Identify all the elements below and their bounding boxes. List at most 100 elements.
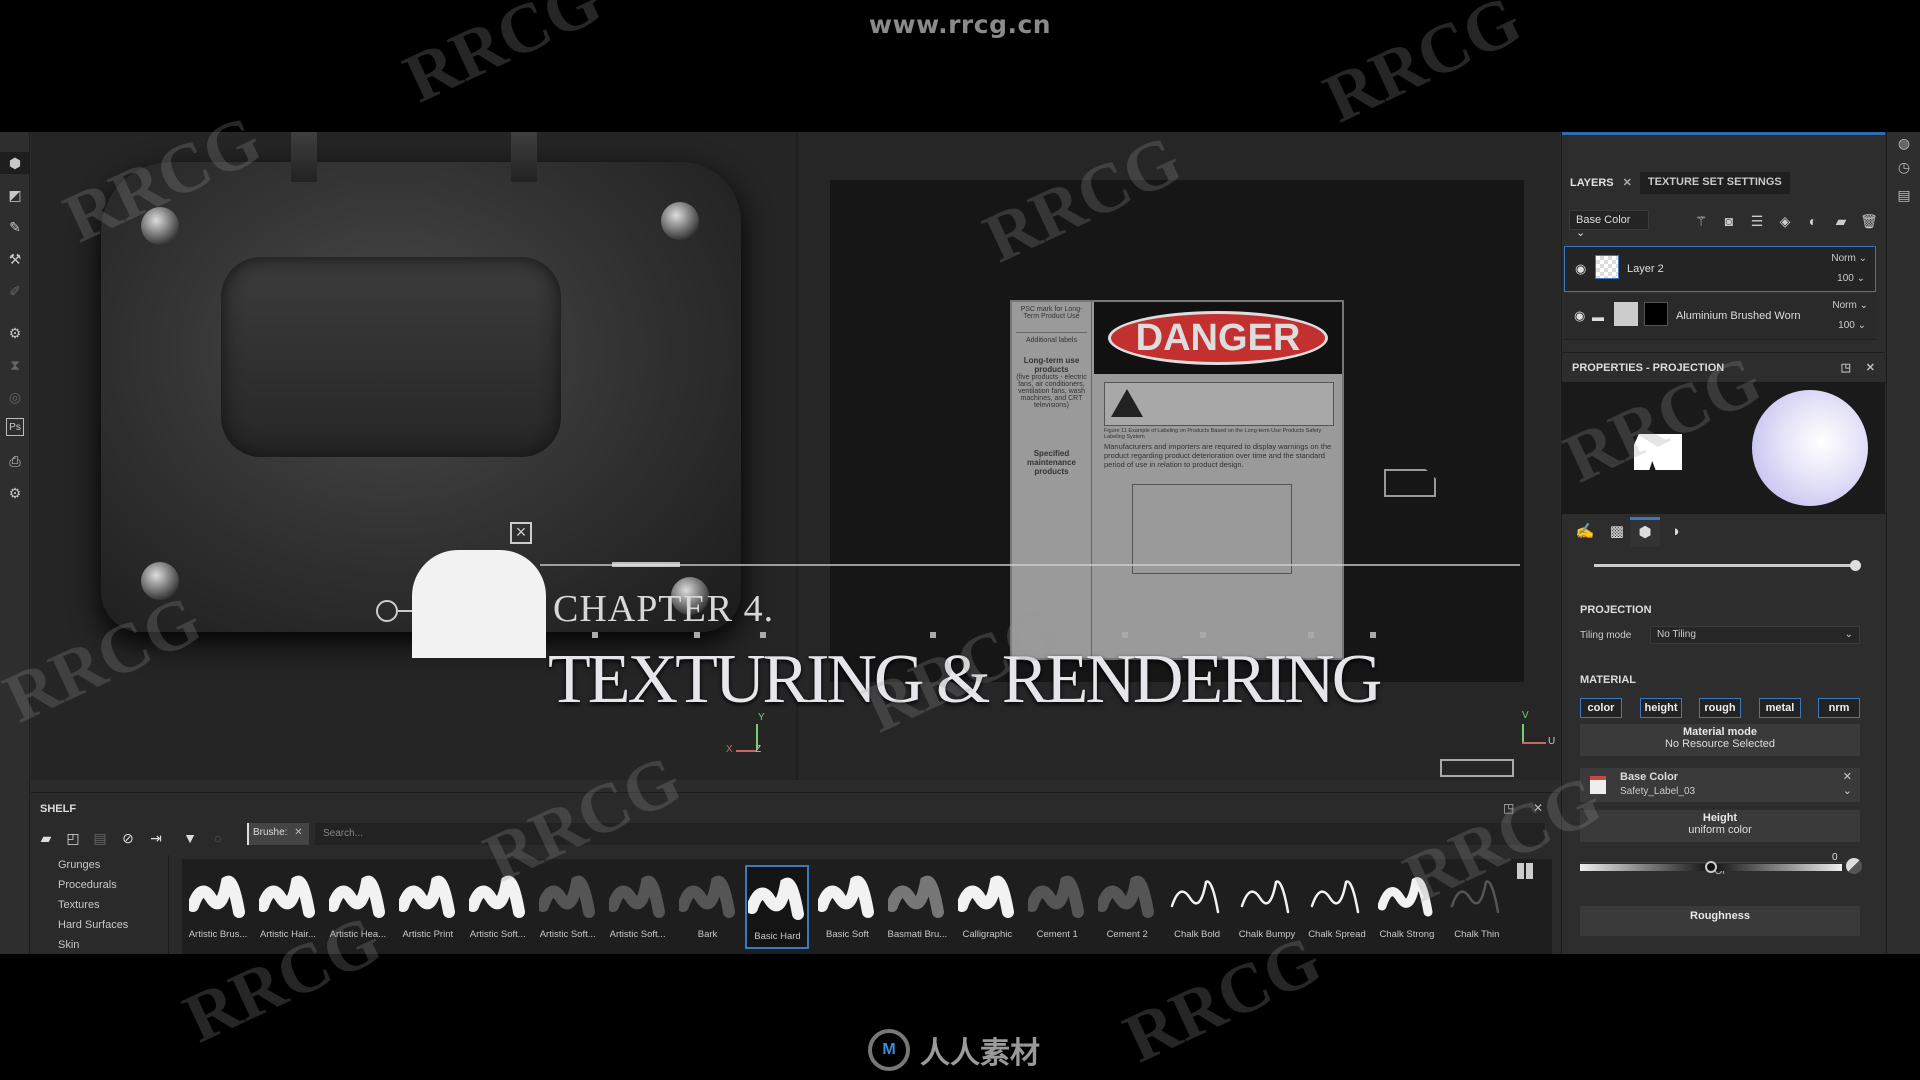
brush-item[interactable]: Chalk Spread (1305, 865, 1369, 949)
brush-item[interactable]: Artistic Hair... (256, 865, 320, 949)
eraser-icon[interactable]: ✎ (4, 216, 26, 238)
category-grunges[interactable]: Grunges (58, 859, 100, 871)
material-rough-button[interactable]: rough (1699, 698, 1741, 718)
add-folder-icon[interactable]: ▰ (1832, 212, 1850, 230)
float-panel-icon[interactable]: ◳ (1841, 361, 1851, 374)
brush-item[interactable]: Basic Soft (815, 865, 879, 949)
brush-item[interactable]: Cement 1 (1025, 865, 1089, 949)
brush-item[interactable]: Artistic Soft... (466, 865, 530, 949)
smudge-icon[interactable]: ⚙ (4, 322, 26, 344)
float-panel-icon[interactable]: ◳ (1503, 801, 1514, 815)
shelf-search-input[interactable]: Search... (315, 823, 1545, 845)
figure-caption: Figure 11 Example of Labeling on Product… (1104, 428, 1322, 440)
add-effect-icon[interactable]: ⚚ (1692, 212, 1710, 230)
hide-icon[interactable]: ⊘ (119, 829, 137, 847)
alpha-tab-icon[interactable]: ▩ (1602, 517, 1632, 547)
slider-knob[interactable] (1705, 861, 1717, 873)
layer-name: Aluminium Brushed Worn (1676, 310, 1801, 322)
delete-icon[interactable]: 🗑 (1860, 212, 1878, 230)
brush-item[interactable]: Basic Hard (745, 865, 810, 949)
close-icon[interactable]: ✕ (1533, 801, 1543, 815)
add-layer-icon[interactable]: ☰ (1748, 212, 1766, 230)
chevron-down-icon[interactable]: ⌄ (1843, 784, 1852, 797)
projection-icon[interactable]: ⚒ (4, 248, 26, 270)
right-toolbar: ◍ ◷ ▤ (1886, 132, 1920, 954)
eye-icon[interactable]: ◉ (1575, 261, 1586, 277)
settings-icon[interactable]: ⚙ (4, 482, 26, 504)
tab-texture-set-settings[interactable]: TEXTURE SET SETTINGS (1639, 172, 1790, 194)
height-slider[interactable] (1580, 861, 1842, 873)
material-metal-button[interactable]: metal (1759, 698, 1801, 718)
brush-item[interactable]: Artistic Brus... (186, 865, 250, 949)
circle-toggle-icon[interactable]: ○ (209, 829, 227, 847)
color-picker-icon[interactable] (1846, 858, 1862, 874)
add-smart-mask-icon[interactable]: ◐ (1804, 212, 1822, 230)
brush-item[interactable]: Artistic Soft... (606, 865, 670, 949)
history-icon[interactable]: ◷ (1893, 156, 1915, 178)
export-textures-icon[interactable]: ⎙ (4, 450, 26, 472)
material-nrm-button[interactable]: nrm (1818, 698, 1860, 718)
opacity-dropdown[interactable]: 100 ⌄ (1837, 273, 1865, 284)
category-textures[interactable]: Textures (58, 899, 100, 911)
grid-view-icon[interactable] (1517, 863, 1533, 879)
brush-item[interactable]: Cement 2 (1095, 865, 1159, 949)
blend-mode-dropdown[interactable]: Norm ⌄ (1832, 300, 1868, 311)
material-mode-slot[interactable]: Material mode No Resource Selected (1580, 724, 1860, 756)
brush-item[interactable]: Chalk Thin (1445, 865, 1509, 949)
height-slot[interactable]: Height uniform color (1580, 810, 1860, 842)
display-settings-icon[interactable]: ◍ (1893, 132, 1915, 154)
list-icon[interactable]: ▤ (91, 829, 109, 847)
filter-icon[interactable]: ▼ (181, 829, 199, 847)
close-icon[interactable]: ✕ (1866, 361, 1875, 374)
layer-row[interactable]: ◉ Layer 2 Norm ⌄ 100 ⌄ (1564, 246, 1876, 292)
paint-icon[interactable]: ◩ (4, 184, 26, 206)
close-icon[interactable]: ✕ (1623, 177, 1632, 189)
brush-preview (468, 867, 528, 921)
layer-row[interactable]: ◉ ▬ Aluminium Brushed Worn Norm ⌄ 100 ⌄ (1564, 294, 1876, 340)
brush-item[interactable]: Artistic Soft... (536, 865, 600, 949)
slider-knob[interactable] (1850, 560, 1861, 571)
tiling-mode-dropdown[interactable]: No Tiling ⌄ (1650, 626, 1860, 644)
brush-tab-icon[interactable]: ✍ (1570, 517, 1600, 547)
bake-icon[interactable]: ⧗ (4, 354, 26, 376)
category-hard-surfaces[interactable]: Hard Surfaces (58, 919, 128, 931)
polygon-fill-icon[interactable]: ◎ (4, 386, 26, 408)
opacity-dropdown[interactable]: 100 ⌄ (1838, 320, 1866, 331)
stencil-tab-icon[interactable]: ⬢ (1630, 517, 1660, 547)
brush-preview (678, 867, 738, 921)
material-height-button[interactable]: height (1640, 698, 1682, 718)
brush-item[interactable]: Chalk Bumpy (1235, 865, 1299, 949)
cube-view-icon[interactable]: ⬢ (0, 152, 30, 174)
material-tab-icon[interactable]: ◑ (1660, 517, 1690, 547)
brush-item[interactable]: Bark (676, 865, 740, 949)
photoshop-export-icon[interactable]: Ps (6, 418, 24, 436)
material-color-button[interactable]: color (1580, 698, 1622, 718)
add-mask-icon[interactable]: ◙ (1720, 212, 1738, 230)
clear-resource-icon[interactable]: ✕ (1843, 770, 1852, 783)
filter-chip[interactable]: Brushe: ✕ (247, 823, 309, 845)
channel-dropdown[interactable]: Base Color ⌄ (1569, 210, 1649, 239)
clone-icon[interactable]: ✐ (4, 280, 26, 302)
axis-x-label: X (726, 744, 733, 755)
category-procedurals[interactable]: Procedurals (58, 879, 117, 891)
remove-filter-icon[interactable]: ✕ (294, 827, 302, 838)
tab-layers[interactable]: LAYERS ✕ (1562, 172, 1640, 194)
brush-item[interactable]: Chalk Bold (1165, 865, 1229, 949)
blend-mode-dropdown[interactable]: Norm ⌄ (1831, 253, 1867, 264)
eye-icon[interactable]: ◉ (1574, 308, 1585, 324)
size-slider[interactable] (1594, 560, 1861, 571)
import-icon[interactable]: ⇥ (147, 829, 165, 847)
new-window-icon[interactable]: ◰ (64, 829, 82, 847)
brush-item[interactable]: Calligraphic (955, 865, 1019, 949)
base-color-slot[interactable]: Base Color Safety_Label_03 ✕ ⌄ (1580, 768, 1860, 802)
chapter-title: TEXTURING & RENDERING (548, 641, 1382, 718)
folder-icon[interactable]: ▰ (37, 829, 55, 847)
category-skin[interactable]: Skin (58, 939, 79, 951)
log-icon[interactable]: ▤ (1893, 184, 1915, 206)
brush-item[interactable]: Artistic Print (396, 865, 460, 949)
roughness-slot[interactable]: Roughness (1580, 906, 1860, 936)
brush-item[interactable]: Chalk Strong (1375, 865, 1439, 949)
add-fill-layer-icon[interactable]: ◈ (1776, 212, 1794, 230)
brush-item[interactable]: Artistic Hea... (326, 865, 390, 949)
brush-item[interactable]: Basmati Bru... (885, 865, 949, 949)
